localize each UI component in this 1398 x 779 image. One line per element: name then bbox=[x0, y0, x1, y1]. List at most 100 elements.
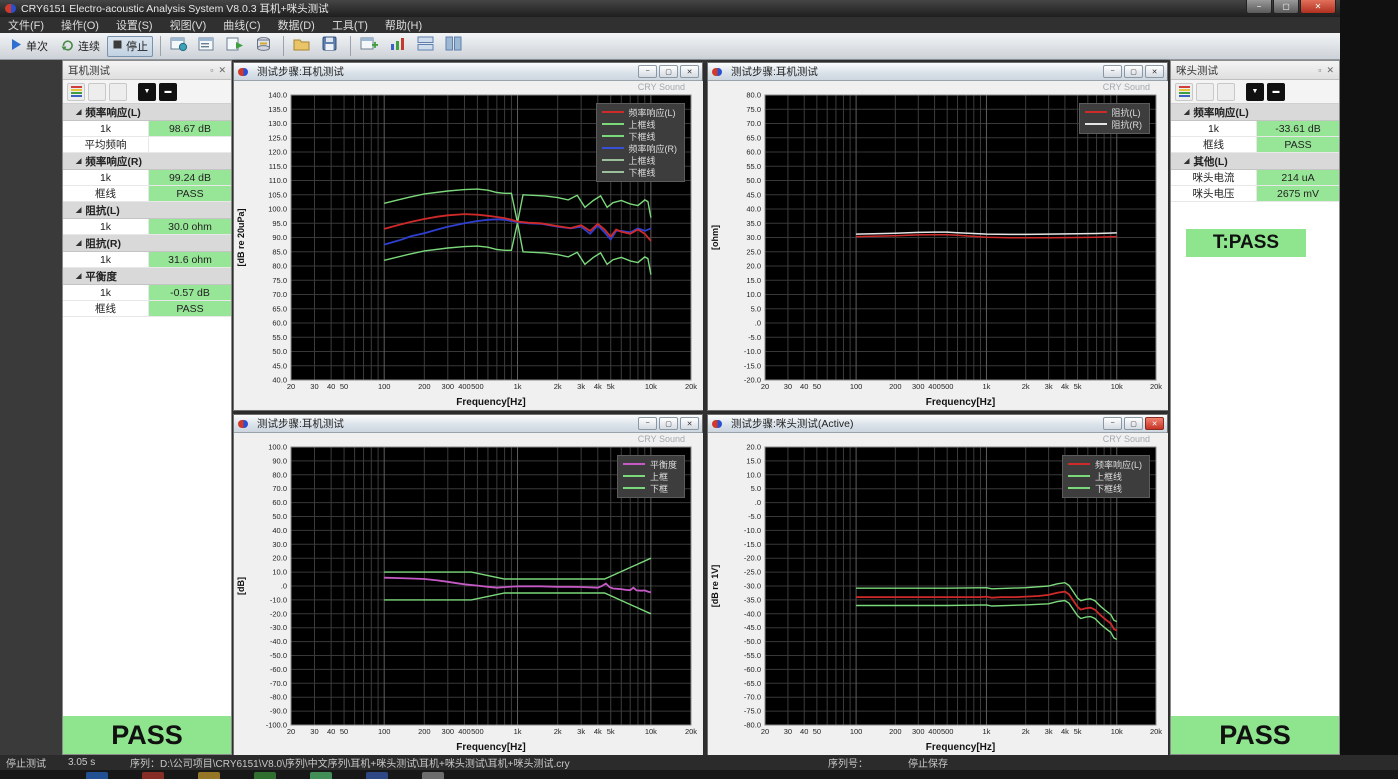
tile-horizontal-button[interactable] bbox=[412, 35, 438, 57]
tree-group-header[interactable]: ◢频率响应(R) bbox=[63, 153, 231, 170]
tree-group-header[interactable]: ◢阻抗(L) bbox=[63, 202, 231, 219]
taskbar[interactable] bbox=[0, 770, 1398, 779]
svg-text:35.0: 35.0 bbox=[746, 219, 761, 228]
app-window: CRY6151 Electro-acoustic Analysis System… bbox=[0, 0, 1340, 770]
tile-vertical-button[interactable] bbox=[440, 35, 466, 57]
new-window-button[interactable] bbox=[356, 35, 382, 57]
svg-text:40.0: 40.0 bbox=[272, 526, 287, 535]
dock-header-left[interactable]: 耳机测试▫✕ bbox=[63, 61, 231, 80]
save-file-button[interactable] bbox=[317, 35, 343, 57]
test-plan-button[interactable] bbox=[194, 35, 220, 57]
collapse-all-icon[interactable]: ▬ bbox=[159, 83, 177, 101]
clear-icon[interactable] bbox=[109, 83, 127, 101]
result-tree-left: ◢频率响应(L)1k98.67 dB平均频响◢频率响应(R)1k99.24 dB… bbox=[63, 104, 231, 317]
run-button-连续[interactable]: 连续 bbox=[55, 36, 105, 57]
restore-button[interactable]: ▢ bbox=[659, 65, 678, 78]
chart-area: CRY Sound20.015.010.05.0.0-5.0-10.0-15.0… bbox=[709, 433, 1166, 754]
export-report-button[interactable] bbox=[222, 35, 248, 57]
filter-icon[interactable] bbox=[1196, 83, 1214, 101]
status-save-state: 停止保存 bbox=[908, 755, 948, 770]
menu-item-2[interactable]: 操作(O) bbox=[61, 17, 99, 33]
svg-text:100: 100 bbox=[850, 382, 863, 391]
close-button[interactable]: ✕ bbox=[1300, 0, 1336, 14]
chart-window-titlebar[interactable]: 测试步骤:耳机测试−▢✕ bbox=[234, 415, 702, 433]
taskbar-app-icon-4[interactable] bbox=[254, 772, 276, 779]
tree-group-header[interactable]: ◢频率响应(L) bbox=[63, 104, 231, 121]
statistics-button[interactable] bbox=[384, 35, 410, 57]
result-list-icon[interactable] bbox=[1175, 83, 1193, 101]
menu-item-6[interactable]: 数据(D) bbox=[278, 17, 315, 33]
close-button[interactable]: ✕ bbox=[680, 65, 699, 78]
menu-item-8[interactable]: 帮助(H) bbox=[385, 17, 422, 33]
run-button-单次[interactable]: 单次 bbox=[5, 36, 53, 57]
minimize-button[interactable]: − bbox=[1103, 65, 1122, 78]
taskbar-app-icon-5[interactable] bbox=[310, 772, 332, 779]
menu-item-3[interactable]: 设置(S) bbox=[116, 17, 153, 33]
tree-group-header[interactable]: ◢频率响应(L) bbox=[1171, 104, 1339, 121]
close-button[interactable]: ✕ bbox=[1145, 65, 1164, 78]
minimize-button[interactable]: − bbox=[638, 417, 657, 430]
minimize-button[interactable]: − bbox=[638, 65, 657, 78]
svg-text:1k: 1k bbox=[514, 727, 522, 736]
close-button[interactable]: ✕ bbox=[680, 417, 699, 430]
svg-text:55.0: 55.0 bbox=[746, 162, 761, 171]
pin-icon[interactable]: ▫ bbox=[210, 65, 213, 75]
chart-window-titlebar[interactable]: 测试步骤:耳机测试 −▢✕ bbox=[234, 63, 702, 81]
minimize-button[interactable]: − bbox=[1246, 0, 1272, 14]
close-icon[interactable]: ✕ bbox=[1326, 65, 1334, 76]
minimize-button[interactable]: − bbox=[1103, 417, 1122, 430]
statistics-icon bbox=[389, 36, 406, 56]
filter-icon[interactable] bbox=[88, 83, 106, 101]
svg-text:-5.0: -5.0 bbox=[748, 512, 761, 521]
svg-text:65.0: 65.0 bbox=[272, 304, 287, 313]
pin-icon[interactable]: ▫ bbox=[1318, 65, 1321, 75]
restore-button[interactable]: ▢ bbox=[1124, 65, 1143, 78]
sequence-settings-button[interactable] bbox=[166, 35, 192, 57]
svg-text:1k: 1k bbox=[982, 382, 990, 391]
taskbar-app-icon-6[interactable] bbox=[366, 772, 388, 779]
row-value: 99.24 dB bbox=[149, 170, 231, 185]
svg-text:500: 500 bbox=[471, 382, 484, 391]
row-value bbox=[149, 137, 231, 152]
taskbar-app-icon-3[interactable] bbox=[198, 772, 220, 779]
expand-all-icon[interactable]: ▼ bbox=[1246, 83, 1264, 101]
taskbar-app-icon-2[interactable] bbox=[142, 772, 164, 779]
menu-item-1[interactable]: 文件(F) bbox=[8, 17, 44, 33]
database-button[interactable] bbox=[250, 35, 276, 57]
tree-group-header[interactable]: ◢其他(L) bbox=[1171, 153, 1339, 170]
svg-text:Frequency[Hz]: Frequency[Hz] bbox=[456, 397, 525, 408]
chart-window-title: 测试步骤:耳机测试 bbox=[257, 64, 344, 79]
collapse-all-icon[interactable]: ▬ bbox=[1267, 83, 1285, 101]
menu-item-4[interactable]: 视图(V) bbox=[170, 17, 207, 33]
svg-text:130.0: 130.0 bbox=[268, 119, 287, 128]
tree-group-header[interactable]: ◢阻抗(R) bbox=[63, 235, 231, 252]
maximize-button[interactable]: ▢ bbox=[1273, 0, 1299, 14]
clear-icon[interactable] bbox=[1217, 83, 1235, 101]
menu-item-5[interactable]: 曲线(C) bbox=[223, 17, 260, 33]
chart-window-titlebar[interactable]: 测试步骤:耳机测试−▢✕ bbox=[708, 63, 1167, 81]
restore-button[interactable]: ▢ bbox=[659, 417, 678, 430]
row-label: 框线 bbox=[63, 186, 149, 201]
open-file-button[interactable] bbox=[289, 35, 315, 57]
menu-item-7[interactable]: 工具(T) bbox=[332, 17, 368, 33]
taskbar-app-icon-1[interactable] bbox=[86, 772, 108, 779]
restore-button[interactable]: ▢ bbox=[1124, 417, 1143, 430]
svg-text:20.0: 20.0 bbox=[746, 262, 761, 271]
chart-window-titlebar[interactable]: 测试步骤:咪头测试(Active)−▢✕ bbox=[708, 415, 1167, 433]
dock-header-right[interactable]: 咪头测试▫✕ bbox=[1171, 61, 1339, 80]
row-label: 平均频响 bbox=[63, 137, 149, 152]
run-button-停止[interactable]: 停止 bbox=[107, 36, 153, 57]
app-logo-icon bbox=[5, 4, 16, 13]
svg-text:300: 300 bbox=[442, 727, 455, 736]
close-icon[interactable]: ✕ bbox=[218, 65, 226, 76]
svg-text:20k: 20k bbox=[685, 727, 697, 736]
tree-group-header[interactable]: ◢平衡度 bbox=[63, 268, 231, 285]
expand-all-icon[interactable]: ▼ bbox=[138, 83, 156, 101]
svg-text:200: 200 bbox=[418, 727, 431, 736]
taskbar-app-icon-7[interactable] bbox=[422, 772, 444, 779]
table-row: 1k98.67 dB bbox=[63, 121, 231, 137]
table-row: 框线PASS bbox=[63, 301, 231, 317]
title-bar[interactable]: CRY6151 Electro-acoustic Analysis System… bbox=[0, 0, 1340, 17]
result-list-icon[interactable] bbox=[67, 83, 85, 101]
close-button[interactable]: ✕ bbox=[1145, 417, 1164, 430]
